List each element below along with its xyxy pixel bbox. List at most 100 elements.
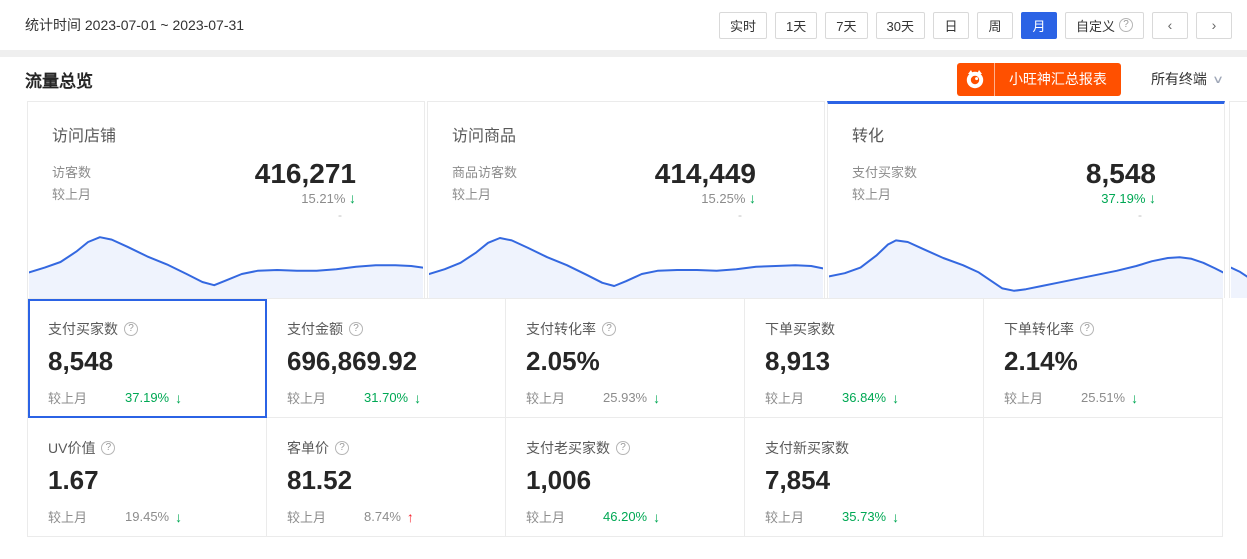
range-month-button[interactable]: 月 (1021, 12, 1057, 39)
change-percent: 37.19% (1101, 191, 1145, 206)
range-custom-label: 自定义 (1076, 16, 1115, 35)
card-title: 访问商品 (452, 122, 800, 146)
chevron-right-icon: › (1212, 17, 1217, 33)
compare-label: 较上月 (48, 388, 87, 407)
metric-label: 支付买家数 (852, 162, 917, 184)
range-custom-button[interactable]: 自定义 ? (1065, 12, 1144, 39)
change-percent: 25.51% (1081, 390, 1125, 405)
help-icon[interactable]: ? (124, 322, 138, 336)
change-percent: 15.21% (301, 191, 345, 206)
arrow-down-icon: ↓ (892, 509, 899, 525)
compare-label: 较上月 (1004, 388, 1043, 407)
compare-label: 较上月 (765, 507, 804, 526)
header-right-tools: 小旺神汇总报表 所有终端 ∨ (957, 63, 1222, 96)
wangshen-mascot-icon (957, 63, 995, 96)
metric-value: 414,449 (655, 162, 756, 186)
metric-cell-pay-new-buyers[interactable]: 支付新买家数 7,854 较上月 35.73% ↓ (745, 418, 984, 537)
help-icon[interactable]: ? (101, 441, 115, 455)
arrow-down-icon: ↓ (1149, 190, 1156, 206)
card-title: 访问店铺 (52, 122, 400, 146)
metric-value: 8,913 (765, 347, 963, 375)
metrics-grid: 支付买家数 ? 8,548 较上月 37.19% ↓ 支付金额 ? 696,86… (27, 298, 1223, 537)
terminal-selector-value: 所有终端 (1151, 69, 1207, 89)
change-percent: 46.20% (603, 509, 647, 524)
metric-value: 416,271 (255, 162, 356, 186)
arrow-down-icon: ↓ (653, 390, 660, 406)
traffic-overview-header: 流量总览 小旺神汇总报表 所有终端 ∨ (0, 57, 1247, 101)
overview-cards-row: 访问店铺 访客数 较上月 416,271 15.21% ↓ - 访问商品 (0, 101, 1247, 298)
metric-title: 支付新买家数 (765, 438, 849, 458)
compare-label: 较上月 (526, 507, 565, 526)
help-icon[interactable]: ? (335, 441, 349, 455)
wangshen-report-button[interactable]: 小旺神汇总报表 (957, 63, 1121, 96)
metric-cell-pay-old-buyers[interactable]: 支付老买家数 ? 1,006 较上月 46.20% ↓ (506, 418, 745, 537)
date-range-group: 实时 1天 7天 30天 日 周 月 自定义 ? ‹ › (719, 12, 1232, 39)
sparkline-partial (1231, 218, 1247, 298)
help-icon[interactable]: ? (1080, 322, 1094, 336)
section-divider (0, 50, 1247, 57)
help-icon[interactable]: ? (602, 322, 616, 336)
compare-label: 较上月 (52, 184, 91, 206)
change-percent: 19.45% (125, 509, 169, 524)
help-icon[interactable]: ? (349, 322, 363, 336)
metric-title: 支付买家数 (48, 319, 118, 339)
compare-label: 较上月 (765, 388, 804, 407)
next-card-partial[interactable] (1229, 101, 1247, 298)
metric-value: 7,854 (765, 466, 963, 494)
metric-value: 1,006 (526, 466, 724, 494)
range-7day-button[interactable]: 7天 (825, 12, 867, 39)
overview-card-conversion[interactable]: 转化 支付买家数 较上月 8,548 37.19% ↓ - (827, 101, 1225, 298)
arrow-down-icon: ↓ (892, 390, 899, 406)
change-percent: 35.73% (842, 509, 886, 524)
metric-title: 支付老买家数 (526, 438, 610, 458)
metric-label: 访客数 (52, 162, 91, 184)
arrow-down-icon: ↓ (653, 509, 660, 525)
compare-label: 较上月 (452, 184, 517, 206)
metric-value: 81.52 (287, 466, 485, 494)
chevron-left-icon: ‹ (1168, 17, 1173, 33)
compare-label: 较上月 (852, 184, 917, 206)
terminal-selector-dropdown[interactable]: 所有终端 ∨ (1151, 69, 1222, 89)
overview-card-visit-item[interactable]: 访问商品 商品访客数 较上月 414,449 15.25% ↓ - (427, 101, 825, 298)
help-icon: ? (1119, 18, 1133, 32)
metric-cell-avg-order-value[interactable]: 客单价 ? 81.52 较上月 8.74% ↑ (267, 418, 506, 537)
next-period-button[interactable]: › (1196, 12, 1232, 39)
range-30day-button[interactable]: 30天 (876, 12, 925, 39)
range-week-button[interactable]: 周 (977, 12, 1013, 39)
stat-time-label: 统计时间 2023-07-01 ~ 2023-07-31 (25, 15, 244, 35)
metric-title: 客单价 (287, 438, 329, 458)
metric-cell-uv-value[interactable]: UV价值 ? 1.67 较上月 19.45% ↓ (28, 418, 267, 537)
change-percent: 8.74% (364, 509, 401, 524)
metric-title: 下单转化率 (1004, 319, 1074, 339)
arrow-down-icon: ↓ (1131, 390, 1138, 406)
metric-value: 696,869.92 (287, 347, 485, 375)
chevron-down-icon: ∨ (1212, 73, 1224, 86)
arrow-down-icon: ↓ (175, 390, 182, 406)
prev-period-button[interactable]: ‹ (1152, 12, 1188, 39)
compare-label: 较上月 (287, 507, 326, 526)
arrow-down-icon: ↓ (349, 190, 356, 206)
range-realtime-button[interactable]: 实时 (719, 12, 767, 39)
range-1day-button[interactable]: 1天 (775, 12, 817, 39)
range-day-button[interactable]: 日 (933, 12, 969, 39)
metric-value: 8,548 (1086, 162, 1156, 186)
arrow-down-icon: ↓ (414, 390, 421, 406)
card-title: 转化 (852, 122, 1200, 146)
metric-cell-order-buyers[interactable]: 下单买家数 8,913 较上月 36.84% ↓ (745, 299, 984, 418)
change-percent: 31.70% (364, 390, 408, 405)
compare-label: 较上月 (48, 507, 87, 526)
metric-label: 商品访客数 (452, 162, 517, 184)
overview-card-visit-shop[interactable]: 访问店铺 访客数 较上月 416,271 15.21% ↓ - (27, 101, 425, 298)
metric-cell-pay-buyers[interactable]: 支付买家数 ? 8,548 较上月 37.19% ↓ (28, 299, 267, 418)
metric-value: 2.14% (1004, 347, 1202, 375)
sparkline-conversion (829, 218, 1223, 298)
metric-cell-order-conversion-rate[interactable]: 下单转化率 ? 2.14% 较上月 25.51% ↓ (984, 299, 1223, 418)
metric-cell-pay-amount[interactable]: 支付金额 ? 696,869.92 较上月 31.70% ↓ (267, 299, 506, 418)
arrow-down-icon: ↓ (749, 190, 756, 206)
metric-cell-pay-conversion-rate[interactable]: 支付转化率 ? 2.05% 较上月 25.93% ↓ (506, 299, 745, 418)
help-icon[interactable]: ? (616, 441, 630, 455)
metric-value: 2.05% (526, 347, 724, 375)
metric-title: 下单买家数 (765, 319, 835, 339)
arrow-down-icon: ↓ (175, 509, 182, 525)
sparkline-visit-item (429, 218, 823, 298)
